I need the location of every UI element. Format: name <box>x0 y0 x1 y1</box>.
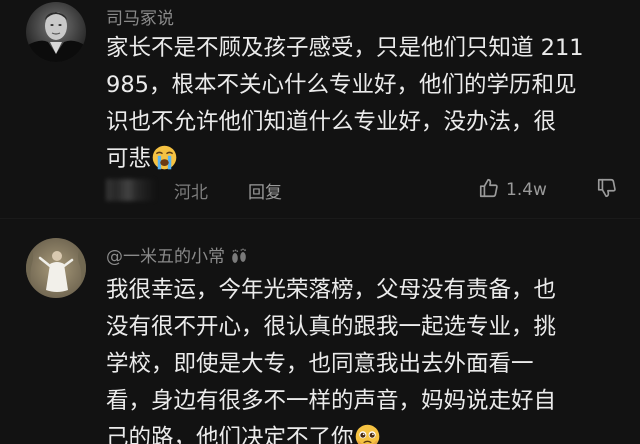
comment-line: 985，根本不关心什么专业好，他们的学历和见 <box>106 72 577 98</box>
comment-line: 己的路，他们决定不了你 <box>106 425 354 444</box>
comment-line: 我很幸运，今年光荣落榜，父母没有责备，也 <box>106 277 557 303</box>
comment-username-text: @一米五的小常 <box>106 247 225 267</box>
like-button[interactable]: 1.4w <box>478 176 547 204</box>
reply-button[interactable]: 回复 <box>248 178 282 203</box>
comment-meta: 河北 回复 1.4w <box>106 176 626 206</box>
comment-line: 家长不是不顾及孩子感受，只是他们只知道 211 <box>106 35 584 61</box>
comment-location: 河北 <box>174 183 208 203</box>
avatar[interactable] <box>26 238 86 298</box>
user-avatar-image <box>26 2 86 62</box>
comment-line: 没有很不开心，很认真的跟我一起选专业，挑 <box>106 314 557 340</box>
thumbs-down-icon <box>596 177 618 203</box>
comment-divider <box>0 218 640 219</box>
comment-line-last: 可悲 <box>106 141 626 178</box>
comment-username[interactable]: @一米五的小常 <box>106 242 249 270</box>
comment-line-last: 己的路，他们决定不了你 <box>106 420 626 444</box>
comment-line: 可悲 <box>106 146 152 172</box>
dislike-button[interactable] <box>596 176 620 204</box>
comment-username[interactable]: 司马冢说 <box>106 4 174 29</box>
loudly-crying-face-icon <box>151 144 178 171</box>
thumbs-up-icon <box>478 177 500 203</box>
comment-line: 学校，即使是大专，也同意我出去外面看一 <box>106 351 534 377</box>
pleading-face-icon <box>354 423 381 444</box>
footprints-icon <box>229 247 249 270</box>
comment-body: 我很幸运，今年光荣落榜，父母没有责备，也 没有很不开心，很认真的跟我一起选专业，… <box>106 272 626 444</box>
comment-line: 看，身边有很多不一样的声音，妈妈说走好自 <box>106 388 557 414</box>
avatar[interactable] <box>26 2 86 62</box>
blurred-ip-name <box>106 179 156 201</box>
comment-body: 家长不是不顾及孩子感受，只是他们只知道 211 985，根本不关心什么专业好，他… <box>106 30 626 178</box>
user-avatar-image <box>26 238 86 298</box>
comment-line: 识也不允许他们知道什么专业好，没办法，很 <box>106 109 557 135</box>
like-count: 1.4w <box>506 180 547 200</box>
